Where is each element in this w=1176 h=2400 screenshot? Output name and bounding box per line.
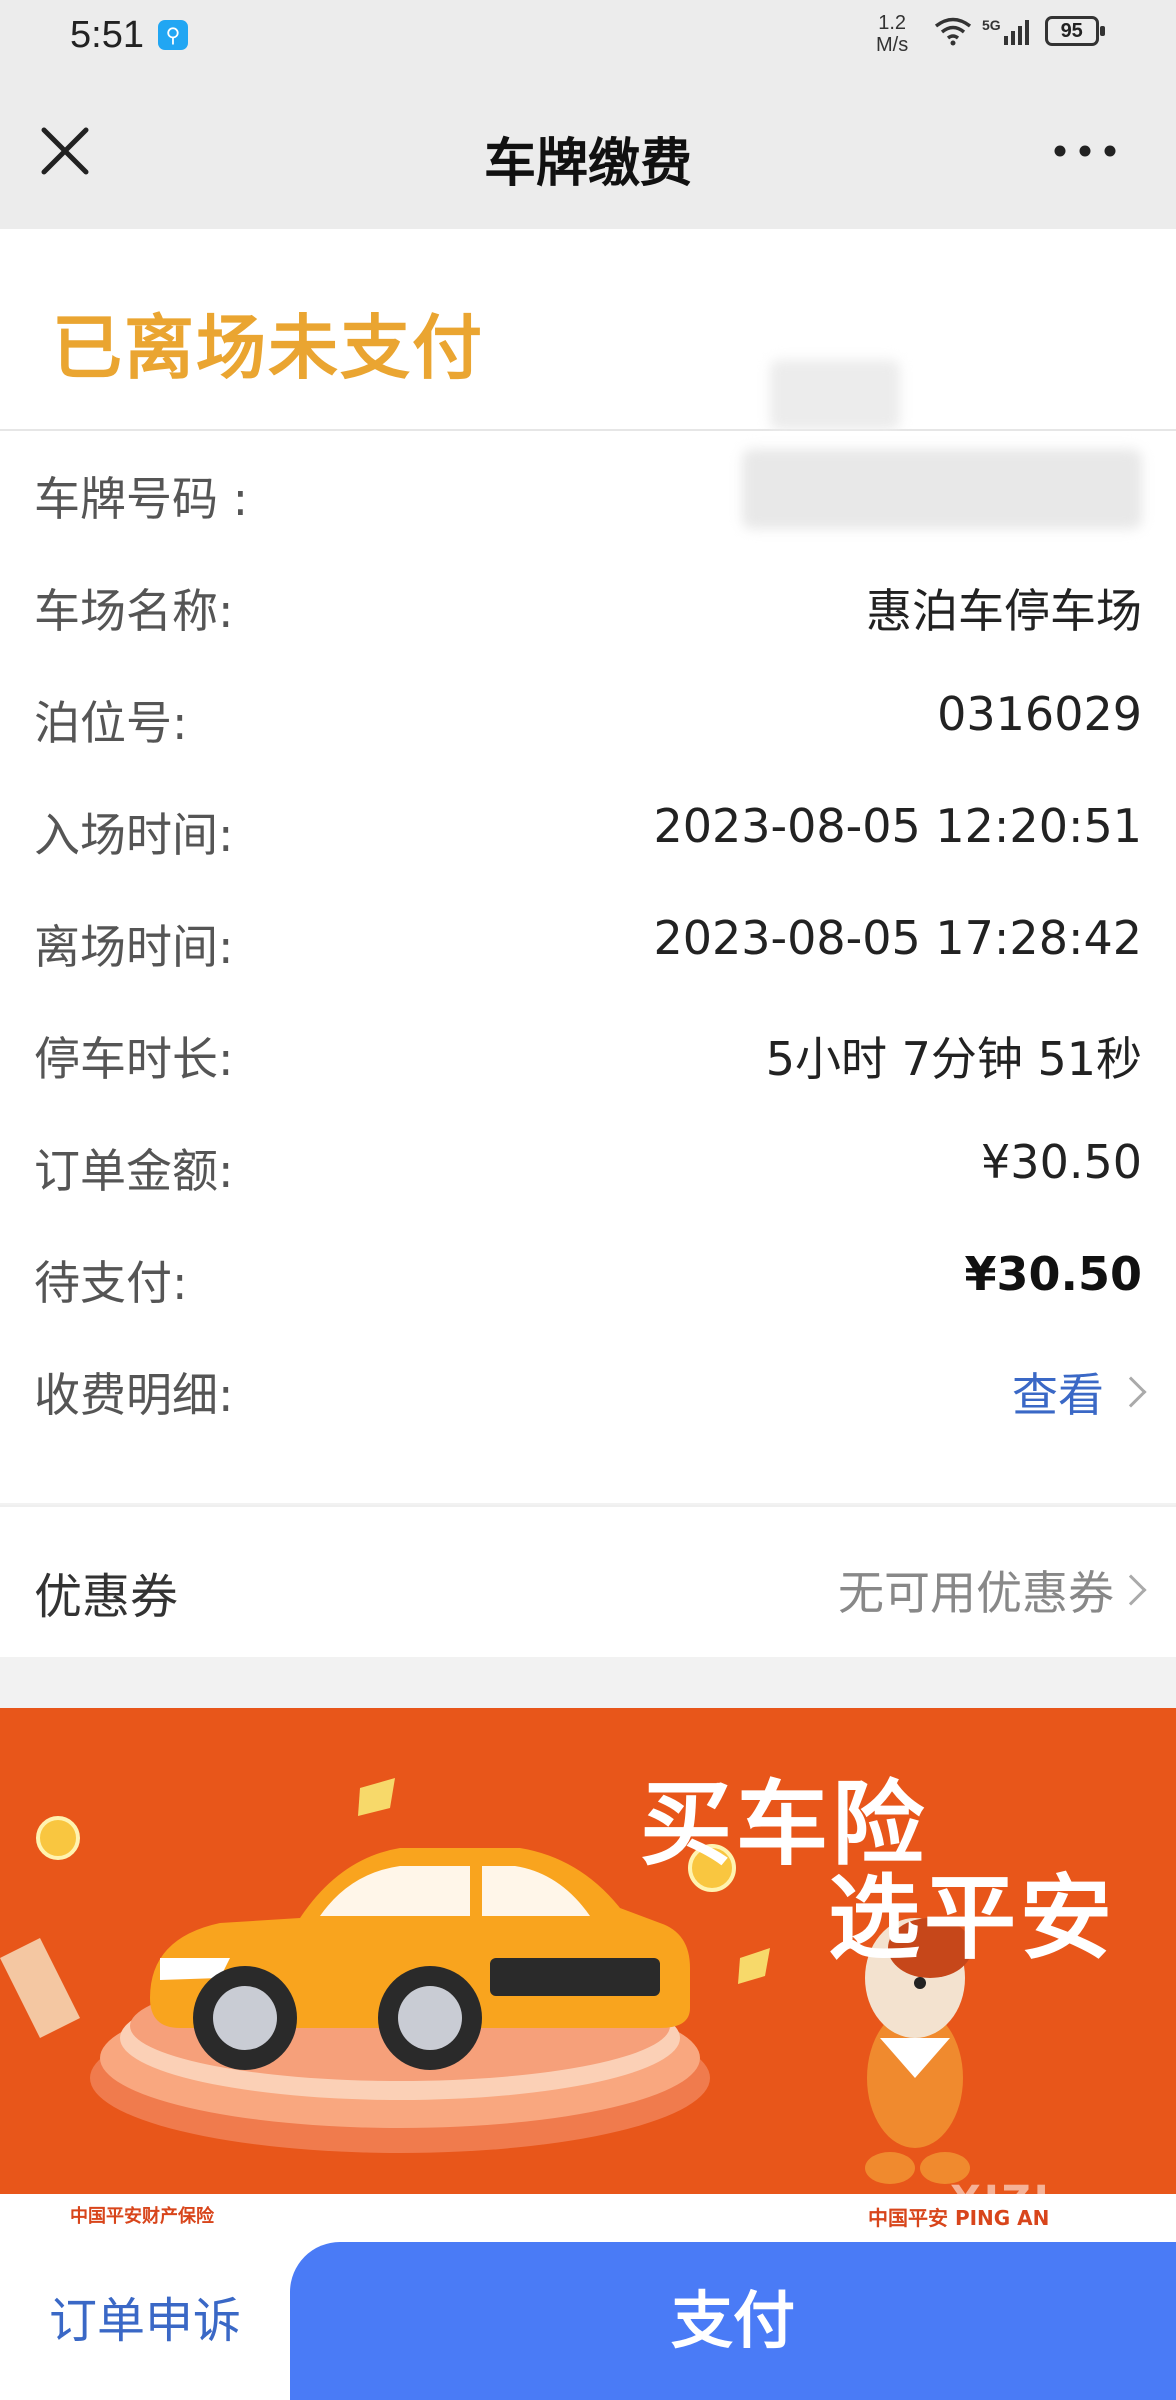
plate-number-redacted [742, 449, 1142, 529]
network-type: 5G [982, 17, 1001, 33]
order-appeal-button[interactable]: 订单申诉 [0, 2242, 290, 2400]
info-row-duration: 停车时长: 5小时 7分钟 51秒 [0, 991, 1176, 1103]
entry-time-value: 2023-08-05 12:20:51 [653, 799, 1142, 853]
info-row-order-amount: 订单金额: ¥30.50 [0, 1103, 1176, 1215]
lot-name-value: 惠泊车停车场 [866, 584, 1142, 638]
duration-label: 停车时长: [34, 1032, 234, 1086]
duration-value: 5小时 7分钟 51秒 [765, 1032, 1142, 1086]
amount-due-value: ¥30.50 [964, 1247, 1142, 1301]
order-amount-label: 订单金额: [34, 1144, 234, 1198]
chevron-right-icon [1115, 1574, 1147, 1606]
exit-time-label: 离场时间: [34, 920, 234, 974]
amount-due-label: 待支付: [34, 1256, 188, 1310]
signal-icon [1003, 20, 1029, 45]
bottom-action-bar: 订单申诉 支付 [0, 2242, 1176, 2400]
info-row-exit-time: 离场时间: 2023-08-05 17:28:42 [0, 879, 1176, 991]
info-row-fee-detail: 收费明细: 查看 [0, 1327, 1176, 1439]
order-info-section: 车牌号码 : 车场名称: 惠泊车停车场 泊位号: 0316029 入场时间: 2… [0, 431, 1176, 1503]
coupon-row[interactable]: 优惠券 无可用优惠券 [0, 1505, 1176, 1657]
payment-status-section: 已离场未支付 [0, 229, 1176, 431]
entry-time-label: 入场时间: [34, 808, 234, 862]
network-speed: 1.2 M/s [876, 12, 908, 56]
info-row-plate: 车牌号码 : [0, 431, 1176, 543]
search-app-icon: ⚲ [158, 20, 188, 50]
more-icon[interactable] [1050, 136, 1120, 166]
page-title: 车牌缴费 [483, 134, 692, 194]
info-row-due: 待支付: ¥30.50 [0, 1215, 1176, 1327]
order-amount-value: ¥30.50 [981, 1135, 1142, 1189]
coupon-label: 优惠券 [34, 1569, 179, 1625]
status-icons: 5G 95 [934, 16, 1105, 46]
info-row-berth: 泊位号: 0316029 [0, 655, 1176, 767]
status-time: 5:51 [70, 14, 144, 56]
coupon-value-text: 无可用优惠券 [838, 1566, 1114, 1620]
fee-detail-label: 收费明细: [34, 1368, 234, 1422]
banner-headline-2: 选平安 [828, 1865, 1117, 1972]
banner-brand-left: 中国平安财产保险 [70, 2206, 214, 2227]
wifi-icon [934, 17, 972, 46]
info-row-entry-time: 入场时间: 2023-08-05 12:20:51 [0, 767, 1176, 879]
banner-brand-right: 中国平安 PING AN [868, 2206, 1050, 2230]
network-speed-unit: M/s [876, 34, 909, 56]
view-link-label: 查看 [1012, 1368, 1104, 1422]
lot-name-label: 车场名称: [34, 584, 234, 638]
banner-footer: 中国平安财产保险 中国平安 PING AN [0, 2194, 1176, 2242]
pay-button[interactable]: 支付 [290, 2242, 1176, 2400]
coupon-value: 无可用优惠券 [838, 1557, 1147, 1623]
berth-label: 泊位号: [34, 696, 188, 750]
redacted-area [770, 360, 900, 430]
insurance-ad-banner[interactable]: 买车险 选平安 XIZI 中国平安财产保险 中国平安 PING AN [0, 1708, 1176, 2242]
payment-status-title: 已离场未支付 [52, 307, 484, 389]
chevron-right-icon [1115, 1376, 1147, 1408]
status-bar: 5:51 ⚲ 1.2 M/s 5G 95 [0, 0, 1176, 76]
view-fee-detail-link[interactable]: 查看 [1012, 1359, 1147, 1425]
info-row-lot-name: 车场名称: 惠泊车停车场 [0, 543, 1176, 655]
plate-label: 车牌号码 : [34, 472, 249, 526]
battery-icon: 95 [1044, 16, 1105, 46]
nav-bar: 车牌缴费 [0, 76, 1176, 229]
berth-value: 0316029 [937, 687, 1142, 741]
network-speed-value: 1.2 [878, 12, 907, 34]
exit-time-value: 2023-08-05 17:28:42 [653, 911, 1142, 965]
